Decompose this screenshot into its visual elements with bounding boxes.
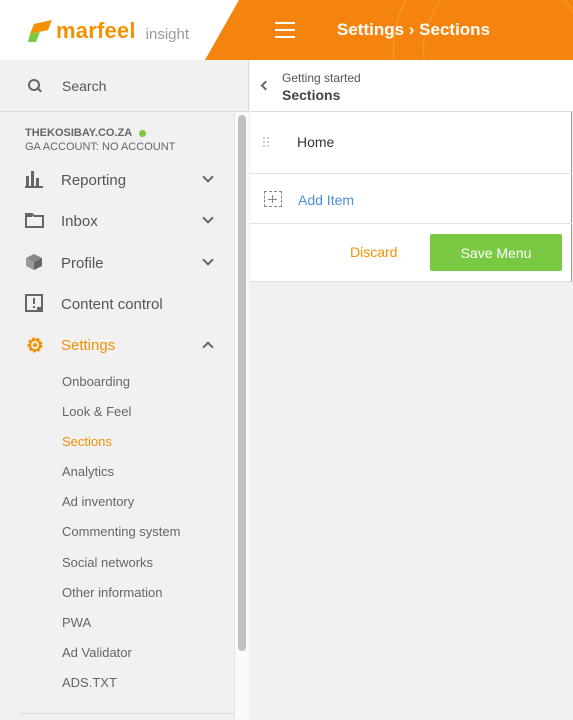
sidebar-item-profile[interactable]: Profile bbox=[0, 244, 234, 282]
account-name: THEKOSIBAY.CO.ZA bbox=[25, 127, 133, 139]
settings-item-ad-validator[interactable]: Ad Validator bbox=[62, 645, 132, 660]
settings-item-pwa[interactable]: PWA bbox=[62, 615, 91, 630]
settings-item-look-and-feel[interactable]: Look & Feel bbox=[62, 404, 131, 419]
chevron-down-icon bbox=[202, 212, 214, 224]
marfeel-logo[interactable]: marfeel insight bbox=[28, 18, 189, 44]
logo-subtitle: insight bbox=[145, 25, 190, 43]
settings-item-social-networks[interactable]: Social networks bbox=[62, 555, 153, 570]
bar-chart-icon bbox=[25, 170, 45, 190]
back-chevron-icon[interactable] bbox=[260, 80, 271, 91]
main-panel: Getting started Sections Home Add Item D… bbox=[250, 60, 573, 720]
sidebar-divider bbox=[20, 713, 234, 714]
page-title: Settings › Sections bbox=[337, 20, 491, 39]
save-menu-button[interactable]: Save Menu bbox=[430, 234, 562, 271]
drag-handle-icon[interactable] bbox=[263, 137, 271, 149]
sidebar-item-label: Inbox bbox=[61, 212, 98, 230]
sidebar-item-label: Reporting bbox=[61, 171, 127, 189]
gear-icon bbox=[25, 335, 45, 355]
sidebar-search bbox=[0, 60, 249, 112]
add-item-icon bbox=[264, 191, 282, 207]
breadcrumb-parent[interactable]: Getting started bbox=[282, 71, 361, 85]
breadcrumb: Getting started Sections bbox=[250, 60, 573, 112]
account-status-dot bbox=[139, 129, 147, 137]
content-control-icon bbox=[25, 294, 45, 314]
menu-item-label: Home bbox=[297, 134, 335, 150]
sidebar-item-settings[interactable]: Settings bbox=[0, 326, 234, 364]
folder-icon bbox=[25, 212, 45, 232]
chevron-down-icon bbox=[202, 171, 214, 183]
sidebar-item-reporting[interactable]: Reporting bbox=[0, 161, 234, 199]
sidebar-scrollbar-thumb[interactable] bbox=[238, 115, 246, 651]
discard-button[interactable]: Discard bbox=[350, 244, 397, 260]
sidebar: THEKOSIBAY.CO.ZA GA ACCOUNT: NO ACCOUNT … bbox=[0, 60, 249, 720]
settings-item-commenting-system[interactable]: Commenting system bbox=[62, 524, 180, 539]
ga-account-label: GA ACCOUNT: NO ACCOUNT bbox=[25, 141, 176, 153]
sidebar-item-label: Content control bbox=[61, 295, 163, 313]
sidebar-item-inbox[interactable]: Inbox bbox=[0, 202, 234, 240]
breadcrumb-current: Sections bbox=[282, 87, 341, 103]
settings-item-other-information[interactable]: Other information bbox=[62, 585, 162, 600]
add-item-label: Add Item bbox=[298, 192, 355, 208]
account-info: THEKOSIBAY.CO.ZA GA ACCOUNT: NO ACCOUNT bbox=[25, 127, 175, 153]
settings-item-onboarding[interactable]: Onboarding bbox=[62, 374, 130, 389]
marfeel-logo-mark-icon bbox=[28, 20, 54, 42]
logo-wordmark: marfeel bbox=[56, 18, 136, 43]
settings-item-ad-inventory[interactable]: Ad inventory bbox=[62, 494, 134, 509]
cube-icon bbox=[25, 253, 45, 273]
top-header: marfeel insight Settings › Sections bbox=[0, 0, 573, 60]
sidebar-item-label: Settings bbox=[61, 336, 116, 354]
hamburger-menu-icon[interactable] bbox=[275, 22, 295, 38]
search-input[interactable] bbox=[60, 76, 210, 95]
add-item-button[interactable]: Add Item bbox=[250, 174, 572, 224]
search-icon bbox=[28, 78, 42, 93]
sidebar-item-content-control[interactable]: Content control bbox=[0, 285, 234, 323]
sidebar-item-label: Profile bbox=[61, 254, 104, 272]
settings-item-sections[interactable]: Sections bbox=[62, 434, 112, 449]
settings-item-ads-txt[interactable]: ADS.TXT bbox=[62, 675, 117, 690]
settings-item-analytics[interactable]: Analytics bbox=[62, 464, 114, 479]
menu-item-row[interactable]: Home bbox=[250, 112, 572, 174]
chevron-up-icon bbox=[202, 341, 214, 353]
chevron-down-icon bbox=[202, 254, 214, 266]
menu-editor-card: Home Add Item Discard Save Menu bbox=[250, 112, 572, 282]
